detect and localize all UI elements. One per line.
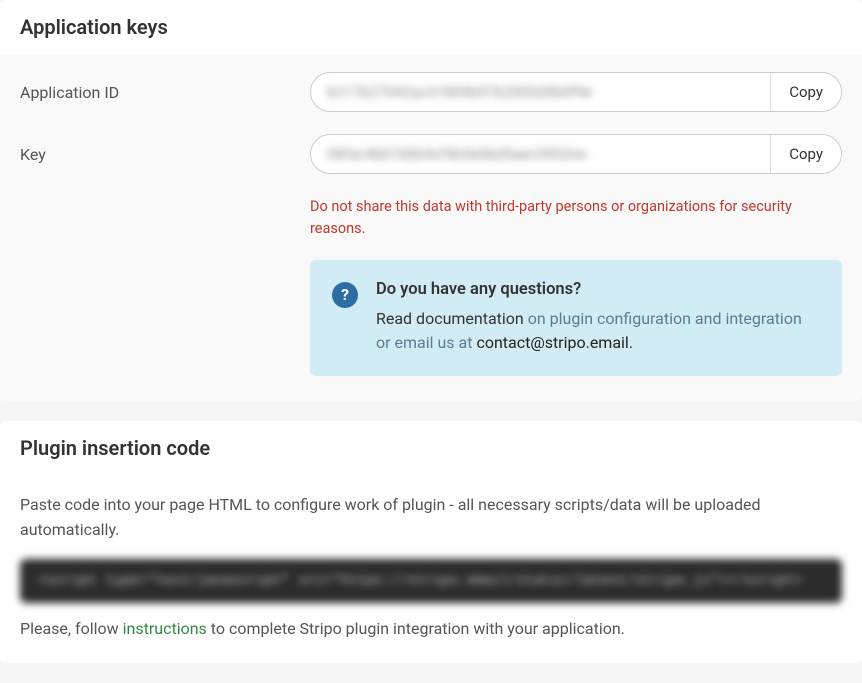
info-text: Read documentation on plugin configurati…	[376, 307, 820, 357]
follow-suffix: to complete Stripo plugin integration wi…	[207, 619, 625, 638]
info-title: Do you have any questions?	[376, 280, 820, 299]
plugin-code-title: Plugin insertion code	[0, 421, 862, 475]
app-id-field: b217b27042ac41869b57b2000d5b0f9e Copy	[310, 72, 842, 112]
application-keys-body: Application ID b217b27042ac41869b57b2000…	[0, 54, 862, 401]
key-row: Key 08fac4bb7d0b4cf5b5e0bd5aec3002ne Cop…	[20, 134, 842, 174]
instructions-link[interactable]: instructions	[123, 619, 207, 638]
contact-email-link[interactable]: contact@stripo.email	[476, 333, 628, 352]
key-field: 08fac4bb7d0b4cf5b5e0bd5aec3002ne Copy	[310, 134, 842, 174]
follow-text: Please, follow instructions to complete …	[20, 619, 842, 638]
plugin-code-snippet[interactable]: <script type="text/javascript" src="http…	[20, 559, 842, 603]
plugin-code-desc: Paste code into your page HTML to config…	[20, 493, 842, 543]
app-id-row: Application ID b217b27042ac41869b57b2000…	[20, 72, 842, 112]
key-label: Key	[20, 145, 310, 164]
copy-app-id-button[interactable]: Copy	[770, 73, 841, 111]
plugin-code-card: Plugin insertion code Paste code into yo…	[0, 421, 862, 663]
application-keys-title: Application keys	[0, 0, 862, 54]
app-id-label: Application ID	[20, 83, 310, 102]
questions-info-box: ? Do you have any questions? Read docume…	[310, 260, 842, 377]
documentation-link[interactable]: on plugin configuration and integration	[528, 309, 802, 328]
info-or-email: or email us at	[376, 333, 476, 352]
plugin-code-body: Paste code into your page HTML to config…	[0, 475, 862, 663]
info-period: .	[629, 333, 633, 352]
question-icon: ?	[332, 282, 358, 308]
info-content: Do you have any questions? Read document…	[376, 280, 820, 357]
follow-prefix: Please, follow	[20, 619, 123, 638]
copy-key-button[interactable]: Copy	[770, 135, 841, 173]
info-read-prefix: Read documentation	[376, 309, 528, 328]
key-value[interactable]: 08fac4bb7d0b4cf5b5e0bd5aec3002ne	[311, 135, 770, 173]
share-warning: Do not share this data with third-party …	[310, 196, 842, 240]
application-keys-card: Application keys Application ID b217b270…	[0, 0, 862, 401]
app-id-value[interactable]: b217b27042ac41869b57b2000d5b0f9e	[311, 73, 770, 111]
